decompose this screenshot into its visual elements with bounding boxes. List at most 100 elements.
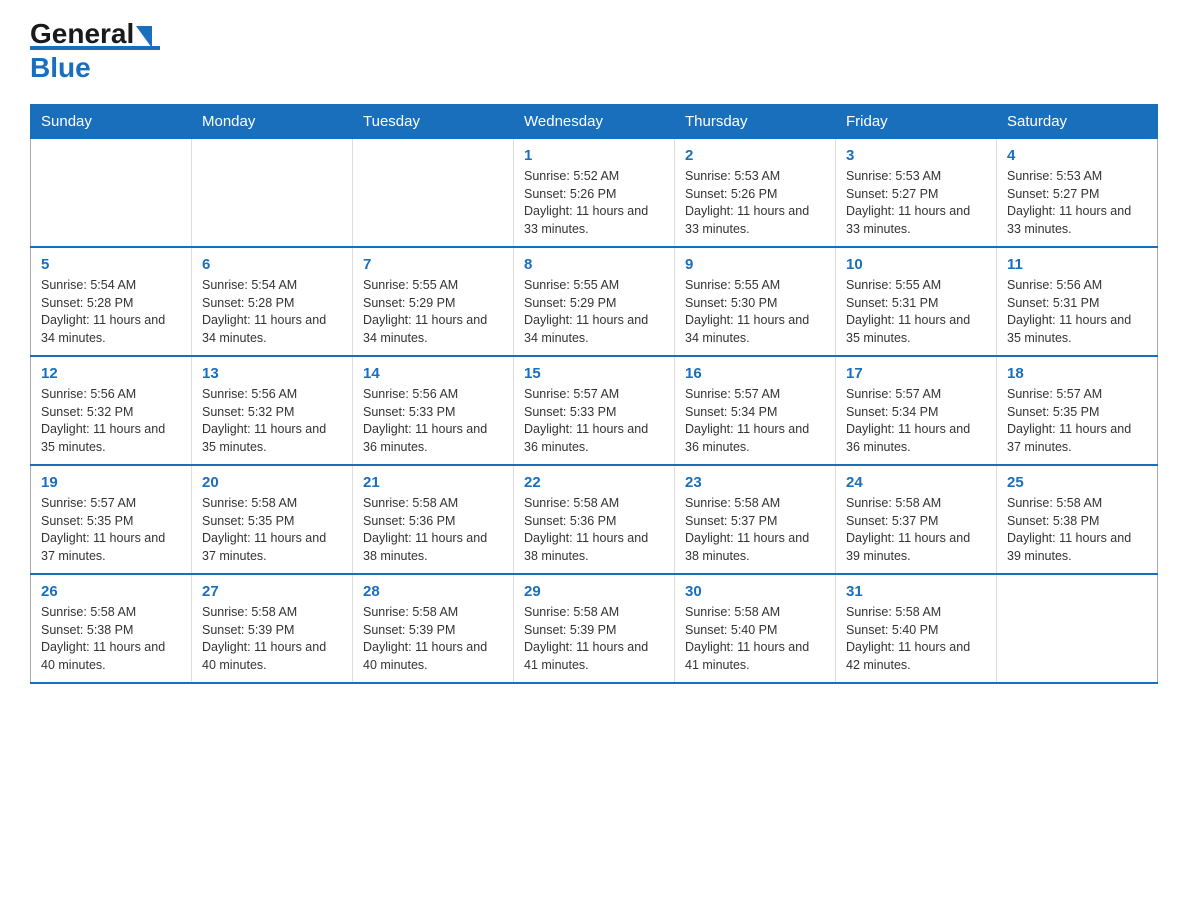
day-number: 3 xyxy=(846,147,986,164)
day-info: Sunrise: 5:56 AMSunset: 5:32 PMDaylight:… xyxy=(41,386,181,456)
day-info: Sunrise: 5:58 AMSunset: 5:35 PMDaylight:… xyxy=(202,495,342,565)
logo: General Blue xyxy=(30,20,160,84)
calendar-cell: 24 Sunrise: 5:58 AMSunset: 5:37 PMDayligh… xyxy=(836,465,997,574)
day-number: 1 xyxy=(524,147,664,164)
day-number: 11 xyxy=(1007,256,1147,273)
day-info: Sunrise: 5:54 AMSunset: 5:28 PMDaylight:… xyxy=(202,277,342,347)
day-number: 12 xyxy=(41,365,181,382)
day-number: 5 xyxy=(41,256,181,273)
day-number: 7 xyxy=(363,256,503,273)
day-number: 21 xyxy=(363,474,503,491)
calendar-cell xyxy=(31,139,192,248)
day-info: Sunrise: 5:57 AMSunset: 5:34 PMDaylight:… xyxy=(846,386,986,456)
calendar-cell: 7 Sunrise: 5:55 AMSunset: 5:29 PMDaylight… xyxy=(353,247,514,356)
day-number: 22 xyxy=(524,474,664,491)
calendar-header-row: SundayMondayTuesdayWednesdayThursdayFrid… xyxy=(31,105,1158,139)
page-header: General Blue xyxy=(30,20,1158,84)
calendar-cell: 22 Sunrise: 5:58 AMSunset: 5:36 PMDayligh… xyxy=(514,465,675,574)
day-number: 13 xyxy=(202,365,342,382)
logo-blue-text: Blue xyxy=(30,52,91,83)
day-info: Sunrise: 5:58 AMSunset: 5:39 PMDaylight:… xyxy=(363,604,503,674)
calendar-cell: 25 Sunrise: 5:58 AMSunset: 5:38 PMDayligh… xyxy=(997,465,1158,574)
week-row-1: 1 Sunrise: 5:52 AMSunset: 5:26 PMDaylight… xyxy=(31,139,1158,248)
calendar-cell: 6 Sunrise: 5:54 AMSunset: 5:28 PMDaylight… xyxy=(192,247,353,356)
day-info: Sunrise: 5:52 AMSunset: 5:26 PMDaylight:… xyxy=(524,168,664,238)
day-number: 28 xyxy=(363,583,503,600)
calendar-table: SundayMondayTuesdayWednesdayThursdayFrid… xyxy=(30,104,1158,684)
calendar-cell: 12 Sunrise: 5:56 AMSunset: 5:32 PMDayligh… xyxy=(31,356,192,465)
day-info: Sunrise: 5:55 AMSunset: 5:30 PMDaylight:… xyxy=(685,277,825,347)
calendar-cell: 13 Sunrise: 5:56 AMSunset: 5:32 PMDayligh… xyxy=(192,356,353,465)
day-info: Sunrise: 5:58 AMSunset: 5:39 PMDaylight:… xyxy=(524,604,664,674)
calendar-cell xyxy=(353,139,514,248)
day-number: 8 xyxy=(524,256,664,273)
calendar-cell: 21 Sunrise: 5:58 AMSunset: 5:36 PMDayligh… xyxy=(353,465,514,574)
day-number: 23 xyxy=(685,474,825,491)
calendar-cell: 26 Sunrise: 5:58 AMSunset: 5:38 PMDayligh… xyxy=(31,574,192,683)
day-number: 26 xyxy=(41,583,181,600)
day-number: 10 xyxy=(846,256,986,273)
day-number: 15 xyxy=(524,365,664,382)
day-info: Sunrise: 5:55 AMSunset: 5:31 PMDaylight:… xyxy=(846,277,986,347)
day-number: 20 xyxy=(202,474,342,491)
day-info: Sunrise: 5:58 AMSunset: 5:40 PMDaylight:… xyxy=(685,604,825,674)
header-sunday: Sunday xyxy=(31,105,192,139)
day-number: 9 xyxy=(685,256,825,273)
day-number: 29 xyxy=(524,583,664,600)
calendar-cell: 29 Sunrise: 5:58 AMSunset: 5:39 PMDayligh… xyxy=(514,574,675,683)
calendar-cell: 19Sunrise: 5:57 AMSunset: 5:35 PMDayligh… xyxy=(31,465,192,574)
week-row-4: 19Sunrise: 5:57 AMSunset: 5:35 PMDayligh… xyxy=(31,465,1158,574)
calendar-cell: 30 Sunrise: 5:58 AMSunset: 5:40 PMDayligh… xyxy=(675,574,836,683)
day-info: Sunrise: 5:58 AMSunset: 5:39 PMDaylight:… xyxy=(202,604,342,674)
day-number: 16 xyxy=(685,365,825,382)
week-row-3: 12 Sunrise: 5:56 AMSunset: 5:32 PMDayligh… xyxy=(31,356,1158,465)
day-info: Sunrise: 5:53 AMSunset: 5:26 PMDaylight:… xyxy=(685,168,825,238)
calendar-cell: 16 Sunrise: 5:57 AMSunset: 5:34 PMDayligh… xyxy=(675,356,836,465)
week-row-5: 26 Sunrise: 5:58 AMSunset: 5:38 PMDayligh… xyxy=(31,574,1158,683)
day-info: Sunrise: 5:55 AMSunset: 5:29 PMDaylight:… xyxy=(363,277,503,347)
day-number: 27 xyxy=(202,583,342,600)
day-number: 6 xyxy=(202,256,342,273)
calendar-cell: 4Sunrise: 5:53 AMSunset: 5:27 PMDaylight… xyxy=(997,139,1158,248)
day-number: 17 xyxy=(846,365,986,382)
week-row-2: 5 Sunrise: 5:54 AMSunset: 5:28 PMDaylight… xyxy=(31,247,1158,356)
calendar-cell: 10 Sunrise: 5:55 AMSunset: 5:31 PMDayligh… xyxy=(836,247,997,356)
calendar-cell: 8 Sunrise: 5:55 AMSunset: 5:29 PMDaylight… xyxy=(514,247,675,356)
calendar-cell: 23 Sunrise: 5:58 AMSunset: 5:37 PMDayligh… xyxy=(675,465,836,574)
day-number: 4 xyxy=(1007,147,1147,164)
day-number: 24 xyxy=(846,474,986,491)
day-info: Sunrise: 5:56 AMSunset: 5:33 PMDaylight:… xyxy=(363,386,503,456)
day-info: Sunrise: 5:58 AMSunset: 5:37 PMDaylight:… xyxy=(846,495,986,565)
header-saturday: Saturday xyxy=(997,105,1158,139)
day-number: 18 xyxy=(1007,365,1147,382)
calendar-cell: 17 Sunrise: 5:57 AMSunset: 5:34 PMDayligh… xyxy=(836,356,997,465)
calendar-cell: 2Sunrise: 5:53 AMSunset: 5:26 PMDaylight… xyxy=(675,139,836,248)
calendar-cell: 31Sunrise: 5:58 AMSunset: 5:40 PMDayligh… xyxy=(836,574,997,683)
header-tuesday: Tuesday xyxy=(353,105,514,139)
calendar-cell xyxy=(192,139,353,248)
day-info: Sunrise: 5:58 AMSunset: 5:36 PMDaylight:… xyxy=(363,495,503,565)
day-info: Sunrise: 5:58 AMSunset: 5:38 PMDaylight:… xyxy=(1007,495,1147,565)
header-monday: Monday xyxy=(192,105,353,139)
day-info: Sunrise: 5:58 AMSunset: 5:36 PMDaylight:… xyxy=(524,495,664,565)
day-info: Sunrise: 5:55 AMSunset: 5:29 PMDaylight:… xyxy=(524,277,664,347)
day-number: 25 xyxy=(1007,474,1147,491)
calendar-cell xyxy=(997,574,1158,683)
day-number: 19 xyxy=(41,474,181,491)
day-info: Sunrise: 5:56 AMSunset: 5:32 PMDaylight:… xyxy=(202,386,342,456)
header-thursday: Thursday xyxy=(675,105,836,139)
logo-general: General xyxy=(30,18,134,49)
day-number: 14 xyxy=(363,365,503,382)
calendar-cell: 15Sunrise: 5:57 AMSunset: 5:33 PMDayligh… xyxy=(514,356,675,465)
calendar-cell: 11Sunrise: 5:56 AMSunset: 5:31 PMDayligh… xyxy=(997,247,1158,356)
day-info: Sunrise: 5:53 AMSunset: 5:27 PMDaylight:… xyxy=(846,168,986,238)
day-info: Sunrise: 5:54 AMSunset: 5:28 PMDaylight:… xyxy=(41,277,181,347)
header-wednesday: Wednesday xyxy=(514,105,675,139)
calendar-cell: 28 Sunrise: 5:58 AMSunset: 5:39 PMDayligh… xyxy=(353,574,514,683)
day-number: 30 xyxy=(685,583,825,600)
day-info: Sunrise: 5:58 AMSunset: 5:38 PMDaylight:… xyxy=(41,604,181,674)
day-info: Sunrise: 5:57 AMSunset: 5:34 PMDaylight:… xyxy=(685,386,825,456)
calendar-cell: 18Sunrise: 5:57 AMSunset: 5:35 PMDayligh… xyxy=(997,356,1158,465)
day-info: Sunrise: 5:58 AMSunset: 5:37 PMDaylight:… xyxy=(685,495,825,565)
calendar-cell: 14 Sunrise: 5:56 AMSunset: 5:33 PMDayligh… xyxy=(353,356,514,465)
